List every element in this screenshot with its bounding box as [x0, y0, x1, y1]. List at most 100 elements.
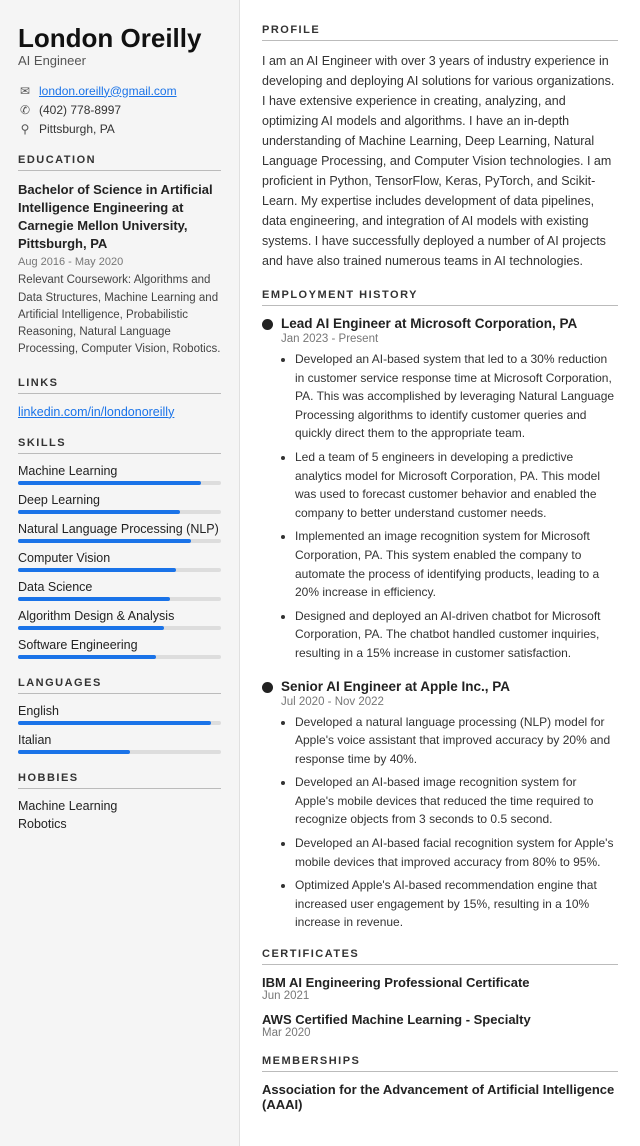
skills-list: Machine Learning Deep Learning Natural L… — [18, 464, 221, 659]
cert-date: Jun 2021 — [262, 990, 618, 1002]
languages-list: English Italian — [18, 704, 221, 754]
job-dot — [262, 319, 273, 330]
skill-name: Algorithm Design & Analysis — [18, 609, 221, 623]
education-label: EDUCATION — [18, 154, 221, 171]
skill-bar-fill — [18, 510, 180, 514]
job-bullet: Developed an AI-based system that led to… — [295, 350, 618, 443]
education-block: Bachelor of Science in Artificial Intell… — [18, 181, 221, 359]
skill-item: Machine Learning — [18, 464, 221, 485]
skill-name: Data Science — [18, 580, 221, 594]
job-bullet: Implemented an image recognition system … — [295, 527, 618, 601]
cert-date: Mar 2020 — [262, 1027, 618, 1039]
skill-name: Deep Learning — [18, 493, 221, 507]
hobby-item: Robotics — [18, 817, 221, 831]
phone-number: (402) 778-8997 — [39, 103, 121, 117]
job-dot — [262, 682, 273, 693]
employment-label: EMPLOYMENT HISTORY — [262, 289, 618, 306]
membership-name: Association for the Advancement of Artif… — [262, 1082, 618, 1112]
job-bullet: Designed and deployed an AI-driven chatb… — [295, 607, 618, 663]
job-block: Lead AI Engineer at Microsoft Corporatio… — [262, 316, 618, 663]
languages-label: LANGUAGES — [18, 677, 221, 694]
skill-bar-bg — [18, 626, 221, 630]
education-date: Aug 2016 - May 2020 — [18, 256, 221, 268]
hobby-item: Machine Learning — [18, 799, 221, 813]
email-link[interactable]: london.oreilly@gmail.com — [39, 84, 177, 98]
skill-item: Algorithm Design & Analysis — [18, 609, 221, 630]
sidebar: London Oreilly AI Engineer ✉ london.orei… — [0, 0, 240, 1146]
job-bullet: Developed a natural language processing … — [295, 713, 618, 769]
sidebar-title: AI Engineer — [18, 53, 221, 68]
job-bullet: Developed an AI-based image recognition … — [295, 773, 618, 829]
links-block: linkedin.com/in/londonoreilly — [18, 404, 221, 419]
skill-bar-fill — [18, 626, 164, 630]
skill-bar-bg — [18, 655, 221, 659]
job-block: Senior AI Engineer at Apple Inc., PA Jul… — [262, 679, 618, 933]
email-icon: ✉ — [18, 84, 32, 98]
lang-bar-bg — [18, 721, 221, 725]
phone-icon: ✆ — [18, 103, 32, 117]
skill-bar-fill — [18, 481, 201, 485]
location-item: ⚲ Pittsburgh, PA — [18, 122, 221, 136]
job-bullet: Optimized Apple's AI-based recommendatio… — [295, 876, 618, 932]
education-degree: Bachelor of Science in Artificial Intell… — [18, 181, 221, 254]
main-content: PROFILE I am an AI Engineer with over 3 … — [240, 0, 640, 1146]
skill-name: Computer Vision — [18, 551, 221, 565]
job-bullets: Developed an AI-based system that led to… — [281, 350, 618, 663]
hobbies-label: HOBBIES — [18, 772, 221, 789]
email-item: ✉ london.oreilly@gmail.com — [18, 84, 221, 98]
skill-bar-fill — [18, 597, 170, 601]
job-title: Lead AI Engineer at Microsoft Corporatio… — [281, 316, 577, 331]
linkedin-link[interactable]: linkedin.com/in/londonoreilly — [18, 405, 174, 419]
job-bullets: Developed a natural language processing … — [281, 713, 618, 933]
memberships-container: Association for the Advancement of Artif… — [262, 1082, 618, 1112]
skill-item: Deep Learning — [18, 493, 221, 514]
phone-item: ✆ (402) 778-8997 — [18, 103, 221, 117]
skill-bar-bg — [18, 539, 221, 543]
skill-bar-bg — [18, 568, 221, 572]
resume-container: London Oreilly AI Engineer ✉ london.orei… — [0, 0, 640, 1146]
skill-bar-bg — [18, 597, 221, 601]
skill-bar-bg — [18, 481, 221, 485]
jobs-container: Lead AI Engineer at Microsoft Corporatio… — [262, 316, 618, 932]
cert-name: AWS Certified Machine Learning - Special… — [262, 1012, 618, 1027]
job-title: Senior AI Engineer at Apple Inc., PA — [281, 679, 510, 694]
memberships-label: MEMBERSHIPS — [262, 1055, 618, 1072]
skills-label: SKILLS — [18, 437, 221, 454]
contact-block: ✉ london.oreilly@gmail.com ✆ (402) 778-8… — [18, 84, 221, 136]
language-item: English — [18, 704, 221, 725]
skill-bar-bg — [18, 510, 221, 514]
skill-item: Natural Language Processing (NLP) — [18, 522, 221, 543]
certificates-label: CERTIFICATES — [262, 948, 618, 965]
hobbies-list: Machine Learning Robotics — [18, 799, 221, 831]
location-icon: ⚲ — [18, 122, 32, 136]
skill-bar-fill — [18, 568, 176, 572]
lang-bar-fill — [18, 721, 211, 725]
location-text: Pittsburgh, PA — [39, 122, 115, 136]
lang-bar-fill — [18, 750, 130, 754]
membership-block: Association for the Advancement of Artif… — [262, 1082, 618, 1112]
certs-container: IBM AI Engineering Professional Certific… — [262, 975, 618, 1039]
language-item: Italian — [18, 733, 221, 754]
links-label: LINKS — [18, 377, 221, 394]
skill-item: Computer Vision — [18, 551, 221, 572]
cert-block: IBM AI Engineering Professional Certific… — [262, 975, 618, 1002]
profile-label: PROFILE — [262, 24, 618, 41]
cert-block: AWS Certified Machine Learning - Special… — [262, 1012, 618, 1039]
job-bullet: Developed an AI-based facial recognition… — [295, 834, 618, 871]
sidebar-name: London Oreilly — [18, 24, 221, 53]
job-header: Senior AI Engineer at Apple Inc., PA — [262, 679, 618, 694]
skill-name: Machine Learning — [18, 464, 221, 478]
skill-item: Data Science — [18, 580, 221, 601]
education-coursework: Relevant Coursework: Algorithms and Data… — [18, 272, 221, 358]
job-bullet: Led a team of 5 engineers in developing … — [295, 448, 618, 522]
job-date: Jul 2020 - Nov 2022 — [281, 696, 618, 708]
skill-item: Software Engineering — [18, 638, 221, 659]
language-name: Italian — [18, 733, 221, 747]
lang-bar-bg — [18, 750, 221, 754]
job-header: Lead AI Engineer at Microsoft Corporatio… — [262, 316, 618, 331]
skill-bar-fill — [18, 655, 156, 659]
cert-name: IBM AI Engineering Professional Certific… — [262, 975, 618, 990]
skill-name: Software Engineering — [18, 638, 221, 652]
skill-bar-fill — [18, 539, 191, 543]
skill-name: Natural Language Processing (NLP) — [18, 522, 221, 536]
